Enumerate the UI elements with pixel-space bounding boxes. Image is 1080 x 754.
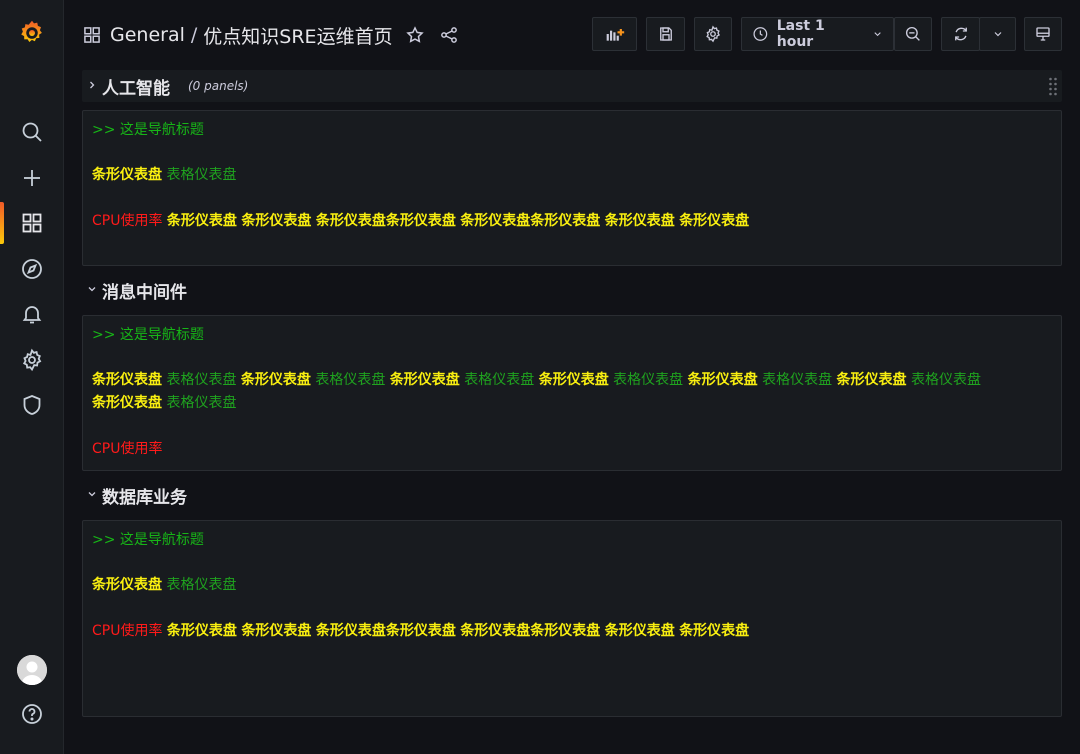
table-dashboard-link[interactable]: 表格仪表盘 bbox=[911, 372, 981, 388]
dashboard-settings-button[interactable] bbox=[694, 17, 732, 51]
row-title: 消息中间件 bbox=[102, 282, 187, 303]
bell-icon[interactable] bbox=[0, 294, 64, 334]
chevron-down-icon bbox=[874, 32, 881, 37]
refresh-button[interactable] bbox=[941, 17, 980, 51]
cpu-line: CPU使用率 条形仪表盘 条形仪表盘 条形仪表盘条形仪表盘 条形仪表盘条形仪表盘… bbox=[92, 210, 749, 233]
shield-icon[interactable] bbox=[0, 385, 64, 425]
nav-title: >> 这是导航标题 bbox=[92, 532, 204, 548]
nav-title: >> 这是导航标题 bbox=[92, 122, 204, 138]
cpu-line: CPU使用率 bbox=[92, 438, 162, 461]
table-dashboard-link[interactable]: 表格仪表盘 bbox=[613, 372, 683, 388]
chevron-right-icon bbox=[86, 79, 100, 94]
avatar[interactable] bbox=[17, 655, 47, 685]
save-button[interactable] bbox=[646, 17, 685, 51]
table-dashboard-link[interactable]: 表格仪表盘 bbox=[464, 372, 534, 388]
bar-dashboard-link[interactable]: 条形仪表盘 bbox=[241, 623, 311, 639]
link-line: 条形仪表盘 表格仪表盘 条形仪表盘 表格仪表盘 条形仪表盘 表格仪表盘 条形仪表… bbox=[92, 369, 981, 392]
bar-dashboard-link[interactable]: 条形仪表盘条形仪表盘 bbox=[316, 623, 456, 639]
link-line-wrap: 条形仪表盘 表格仪表盘 bbox=[92, 392, 236, 415]
sidebar bbox=[0, 0, 64, 754]
cpu-usage-label: CPU使用率 bbox=[92, 623, 163, 639]
top-bar: General / 优点知识SRE运维首页 Last 1 hour bbox=[64, 0, 1080, 70]
time-range-label: Last 1 hour bbox=[776, 18, 825, 50]
row-title: 数据库业务 bbox=[102, 487, 187, 508]
share-icon[interactable] bbox=[435, 21, 463, 49]
row-title: 人工智能 bbox=[102, 78, 170, 99]
row-panel-count: (0 panels) bbox=[188, 79, 249, 93]
zoom-out-icon bbox=[905, 26, 920, 41]
drag-handle-icon[interactable] bbox=[1048, 76, 1058, 96]
clock-icon bbox=[753, 27, 768, 41]
search-icon[interactable] bbox=[0, 112, 64, 152]
bar-dashboard-link[interactable]: 条形仪表盘 bbox=[679, 213, 749, 229]
breadcrumb-separator: / bbox=[190, 24, 198, 46]
dashboards-grid-icon bbox=[84, 27, 100, 43]
dashboard-title[interactable]: 优点知识SRE运维首页 bbox=[203, 22, 392, 49]
bar-dashboard-link[interactable]: 条形仪表盘 bbox=[92, 577, 162, 593]
dashboards-icon[interactable] bbox=[0, 203, 64, 243]
bar-dashboard-link[interactable]: 条形仪表盘条形仪表盘 bbox=[316, 213, 456, 229]
bar-dashboard-link[interactable]: 条形仪表盘 bbox=[837, 372, 907, 388]
table-dashboard-link[interactable]: 表格仪表盘 bbox=[166, 395, 236, 411]
bar-dashboard-link[interactable]: 条形仪表盘 bbox=[92, 167, 162, 183]
plus-icon[interactable] bbox=[0, 158, 64, 198]
bar-dashboard-link[interactable]: 条形仪表盘条形仪表盘 bbox=[460, 623, 600, 639]
text-panel-ai: >> 这是导航标题 条形仪表盘 表格仪表盘 CPU使用率 条形仪表盘 条形仪表盘… bbox=[82, 110, 1062, 266]
compass-icon[interactable] bbox=[0, 249, 64, 289]
folder-link[interactable]: General bbox=[110, 24, 185, 46]
chevron-down-icon bbox=[86, 283, 100, 298]
bar-dashboard-link[interactable]: 条形仪表盘 bbox=[539, 372, 609, 388]
chevron-down-icon bbox=[994, 32, 1001, 37]
chevron-down-icon bbox=[86, 488, 100, 503]
bar-dashboard-link[interactable]: 条形仪表盘 bbox=[688, 372, 758, 388]
cpu-usage-label: CPU使用率 bbox=[92, 441, 163, 457]
help-icon[interactable] bbox=[0, 694, 64, 734]
bar-dashboard-link[interactable]: 条形仪表盘 bbox=[92, 372, 162, 388]
breadcrumb: General / 优点知识SRE运维首页 bbox=[82, 20, 463, 50]
settings-icon bbox=[706, 25, 721, 43]
gear-icon[interactable] bbox=[0, 340, 64, 380]
bar-dashboard-link[interactable]: 条形仪表盘 bbox=[605, 213, 675, 229]
tv-mode-button[interactable] bbox=[1024, 17, 1062, 51]
bar-dashboard-link[interactable]: 条形仪表盘 bbox=[605, 623, 675, 639]
row-header-mq[interactable]: 消息中间件 bbox=[82, 274, 1062, 306]
refresh-interval-dropdown[interactable] bbox=[979, 17, 1016, 51]
add-panel-icon bbox=[606, 29, 624, 41]
bar-dashboard-link[interactable]: 条形仪表盘 bbox=[241, 372, 311, 388]
refresh-icon bbox=[954, 27, 967, 41]
table-dashboard-link[interactable]: 表格仪表盘 bbox=[762, 372, 832, 388]
table-dashboard-link[interactable]: 表格仪表盘 bbox=[315, 372, 385, 388]
text-panel-db: >> 这是导航标题 条形仪表盘 表格仪表盘 CPU使用率 条形仪表盘 条形仪表盘… bbox=[82, 520, 1062, 717]
time-range-picker[interactable]: Last 1 hour bbox=[741, 17, 894, 51]
bar-dashboard-link[interactable]: 条形仪表盘 bbox=[92, 395, 162, 411]
bar-dashboard-link[interactable]: 条形仪表盘 bbox=[679, 623, 749, 639]
bar-dashboard-link[interactable]: 条形仪表盘 bbox=[167, 213, 237, 229]
row-header-ai[interactable]: 人工智能 (0 panels) bbox=[82, 70, 1062, 102]
table-dashboard-link[interactable]: 表格仪表盘 bbox=[166, 577, 236, 593]
nav-title: >> 这是导航标题 bbox=[92, 327, 204, 343]
bar-dashboard-link[interactable]: 条形仪表盘 bbox=[167, 623, 237, 639]
bar-dashboard-link[interactable]: 条形仪表盘 bbox=[390, 372, 460, 388]
table-dashboard-link[interactable]: 表格仪表盘 bbox=[166, 372, 236, 388]
row-header-db[interactable]: 数据库业务 bbox=[82, 479, 1062, 511]
link-line: 条形仪表盘 表格仪表盘 bbox=[92, 574, 236, 597]
grafana-logo-icon[interactable] bbox=[0, 13, 64, 53]
cpu-usage-label: CPU使用率 bbox=[92, 213, 163, 229]
star-icon[interactable] bbox=[401, 21, 429, 49]
zoom-out-button[interactable] bbox=[894, 17, 932, 51]
table-dashboard-link[interactable]: 表格仪表盘 bbox=[166, 167, 236, 183]
save-icon bbox=[659, 27, 672, 41]
cpu-line: CPU使用率 条形仪表盘 条形仪表盘 条形仪表盘条形仪表盘 条形仪表盘条形仪表盘… bbox=[92, 620, 749, 643]
monitor-icon bbox=[1036, 27, 1050, 41]
add-panel-button[interactable] bbox=[592, 17, 637, 51]
text-panel-mq: >> 这是导航标题 条形仪表盘 表格仪表盘 条形仪表盘 表格仪表盘 条形仪表盘 … bbox=[82, 315, 1062, 471]
bar-dashboard-link[interactable]: 条形仪表盘 bbox=[241, 213, 311, 229]
link-line: 条形仪表盘 表格仪表盘 bbox=[92, 164, 236, 187]
bar-dashboard-link[interactable]: 条形仪表盘条形仪表盘 bbox=[460, 213, 600, 229]
